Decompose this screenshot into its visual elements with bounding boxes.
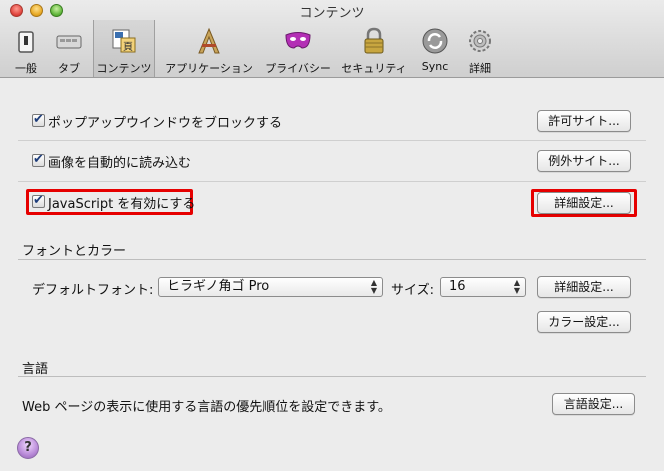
toolbar-advanced-label: 詳細 bbox=[469, 62, 491, 75]
javascript-advanced-button[interactable]: 詳細設定... bbox=[537, 192, 631, 214]
colors-button[interactable]: カラー設定... bbox=[537, 311, 631, 333]
section-divider bbox=[18, 376, 646, 377]
help-button[interactable]: ? bbox=[17, 437, 39, 459]
divider bbox=[18, 181, 646, 182]
preferences-window: コンテンツ 一般 タブ 頁 コンテンツ アプリケーション プライバシー セキュリ… bbox=[0, 0, 664, 471]
stepper-arrows-icon: ▲ ▼ bbox=[370, 278, 377, 295]
toolbar-security[interactable]: セキュリティ bbox=[339, 22, 409, 76]
fonts-section-title: フォントとカラー bbox=[22, 244, 127, 259]
lock-icon bbox=[364, 27, 384, 54]
block-popups-checkbox[interactable] bbox=[32, 112, 45, 127]
size-select[interactable]: 16 ▲ ▼ bbox=[440, 277, 526, 297]
default-font-label: デフォルトフォント: bbox=[32, 283, 154, 298]
help-icon: ? bbox=[24, 440, 32, 455]
javascript-checkbox[interactable] bbox=[32, 193, 45, 208]
toolbar-security-label: セキュリティ bbox=[341, 62, 407, 75]
toolbar-content-label: コンテンツ bbox=[96, 62, 152, 75]
load-images-label: 画像を自動的に読み込む bbox=[48, 156, 192, 171]
toolbar-sync-label: Sync bbox=[421, 60, 449, 73]
languages-button[interactable]: 言語設定... bbox=[552, 393, 635, 415]
load-images-checkbox[interactable] bbox=[32, 152, 45, 167]
toolbar-tabs-label: タブ bbox=[58, 62, 80, 75]
toolbar-sync[interactable]: Sync bbox=[416, 22, 454, 76]
divider bbox=[18, 140, 646, 141]
toolbar-general[interactable]: 一般 bbox=[6, 22, 46, 76]
toolbar-general-label: 一般 bbox=[15, 62, 37, 75]
toolbar-advanced[interactable]: 詳細 bbox=[462, 22, 498, 76]
title-bar: コンテンツ 一般 タブ 頁 コンテンツ アプリケーション プライバシー セキュリ… bbox=[0, 0, 664, 78]
languages-description: Web ページの表示に使用する言語の優先順位を設定できます。 bbox=[22, 400, 391, 415]
fonts-advanced-button[interactable]: 詳細設定... bbox=[537, 276, 631, 298]
applications-icon bbox=[198, 27, 220, 54]
stepper-arrows-icon: ▲ ▼ bbox=[513, 278, 520, 295]
tabs-icon bbox=[56, 35, 82, 49]
toolbar-applications[interactable]: アプリケーション bbox=[163, 22, 255, 76]
toolbar-privacy-label: プライバシー bbox=[265, 62, 331, 75]
switch-icon bbox=[18, 31, 34, 53]
window-title: コンテンツ bbox=[299, 6, 365, 21]
javascript-label: JavaScript を有効にする bbox=[48, 197, 196, 212]
languages-section-title: 言語 bbox=[22, 362, 49, 377]
toolbar-tabs[interactable]: タブ bbox=[48, 22, 90, 76]
section-divider bbox=[18, 259, 646, 260]
gear-icon bbox=[469, 30, 491, 52]
toolbar-privacy[interactable]: プライバシー bbox=[264, 22, 332, 76]
svg-text:頁: 頁 bbox=[123, 41, 133, 53]
block-popups-label: ポップアップウインドウをブロックする bbox=[48, 116, 283, 131]
default-font-value: ヒラギノ角ゴ Pro bbox=[167, 279, 270, 294]
content-icon: 頁 bbox=[112, 29, 136, 53]
default-font-select[interactable]: ヒラギノ角ゴ Pro ▲ ▼ bbox=[158, 277, 383, 297]
size-value: 16 bbox=[449, 279, 466, 294]
mask-icon bbox=[285, 32, 311, 49]
toolbar-content[interactable]: 頁 コンテンツ bbox=[93, 20, 155, 77]
exception-sites-button[interactable]: 例外サイト... bbox=[537, 150, 631, 172]
toolbar-applications-label: アプリケーション bbox=[165, 62, 253, 75]
allowed-sites-button[interactable]: 許可サイト... bbox=[537, 110, 631, 132]
sync-icon bbox=[422, 28, 448, 54]
size-label: サイズ: bbox=[391, 283, 434, 298]
